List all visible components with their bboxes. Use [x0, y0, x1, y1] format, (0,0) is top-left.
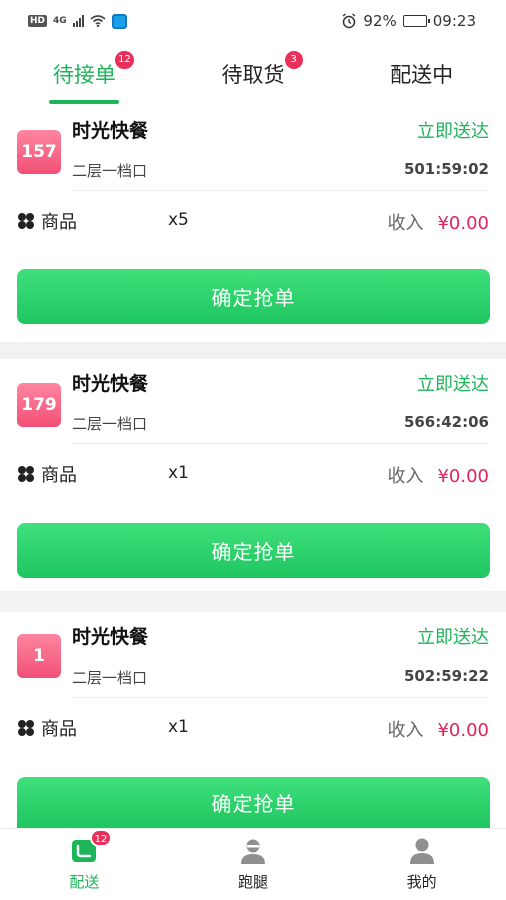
goods-info: 商品	[17, 208, 77, 234]
divider	[72, 697, 489, 698]
goods-quantity: x1	[168, 463, 189, 483]
clock: 09:23	[432, 12, 476, 30]
order-card: 179 时光快餐 立即送达 二层一档口 566:42:06 商品 x1 收入 ¥0…	[0, 359, 506, 591]
tab-pending[interactable]: 待接单 12	[0, 42, 169, 106]
tab-badge: 3	[284, 51, 303, 69]
income-info: 收入 ¥0.00	[387, 209, 489, 235]
grab-order-button[interactable]: 确定抢单	[17, 269, 490, 324]
delivery-icon: 12	[70, 829, 113, 865]
nav-item-delivery[interactable]: 12 配送	[0, 829, 169, 900]
delivery-type: 立即送达	[417, 374, 489, 395]
nav-label: 配送	[69, 873, 100, 891]
goods-icon	[17, 465, 35, 483]
nav-item-errand[interactable]: 跑腿	[169, 829, 338, 900]
status-right: 92% 09:23	[341, 12, 476, 30]
status-left: HD 4G	[28, 13, 127, 29]
income-info: 收入 ¥0.00	[387, 716, 489, 742]
tab-label: 待接单	[52, 63, 116, 87]
courier-icon	[239, 837, 267, 865]
network-type: 4G	[53, 16, 67, 26]
tab-pickup[interactable]: 待取货 3	[169, 42, 338, 106]
order-tabs: 待接单 12 待取货 3 配送中	[0, 42, 506, 106]
tab-pending-inner: 待接单 12	[52, 51, 134, 89]
order-timer: 501:59:02	[403, 160, 489, 178]
grab-order-button[interactable]: 确定抢单	[17, 777, 490, 828]
nav-item-profile[interactable]: 我的	[337, 829, 506, 900]
app-notification-icon	[111, 13, 127, 29]
order-card: 157 时光快餐 立即送达 二层一档口 501:59:02 商品 x5 收入 ¥0…	[0, 106, 506, 342]
income-amount: ¥0.00	[437, 213, 489, 234]
goods-label: 商品	[41, 719, 77, 740]
goods-quantity: x1	[168, 717, 189, 737]
bottom-nav: 12 配送 跑腿 我的	[0, 828, 506, 900]
goods-icon	[17, 212, 35, 230]
delivery-type: 立即送达	[417, 627, 489, 648]
goods-info: 商品	[17, 715, 77, 741]
goods-label: 商品	[41, 212, 77, 233]
order-number: 157	[17, 130, 61, 174]
shop-name: 时光快餐	[72, 626, 149, 648]
active-tab-indicator	[49, 100, 120, 104]
nav-badge: 12	[89, 829, 113, 847]
signal-icon	[72, 15, 84, 27]
income-info: 收入 ¥0.00	[387, 462, 489, 488]
profile-icon	[408, 837, 436, 865]
hd-icon: HD	[28, 15, 48, 27]
alarm-icon	[342, 13, 356, 29]
goods-info: 商品	[17, 461, 77, 487]
income-amount: ¥0.00	[437, 720, 489, 741]
tab-delivering[interactable]: 配送中	[337, 42, 506, 106]
income-label: 收入	[387, 213, 424, 234]
income-label: 收入	[387, 466, 424, 487]
grab-order-button[interactable]: 确定抢单	[17, 523, 490, 578]
status-bar: HD 4G 92% 09:23	[0, 0, 506, 42]
shop-name: 时光快餐	[72, 373, 149, 395]
order-timer: 502:59:22	[403, 667, 489, 685]
tab-pickup-inner: 待取货 3	[221, 51, 303, 89]
divider	[72, 443, 489, 444]
nav-label: 我的	[406, 873, 437, 891]
shop-address: 二层一档口	[72, 415, 148, 433]
battery-percent: 92%	[363, 12, 397, 30]
order-number: 179	[17, 383, 61, 427]
tab-label: 待取货	[221, 63, 285, 87]
order-card: 1 时光快餐 立即送达 二层一档口 502:59:22 商品 x1 收入 ¥0.0…	[0, 612, 506, 828]
shop-address: 二层一档口	[72, 162, 148, 180]
divider	[72, 190, 489, 191]
battery-icon	[402, 15, 430, 27]
delivery-type: 立即送达	[417, 121, 489, 142]
tab-badge: 12	[115, 51, 134, 69]
goods-label: 商品	[41, 465, 77, 486]
income-amount: ¥0.00	[437, 466, 489, 487]
tab-delivering-inner: 配送中	[390, 59, 453, 89]
goods-quantity: x5	[168, 210, 189, 230]
shop-address: 二层一档口	[72, 669, 148, 687]
goods-icon	[17, 719, 35, 737]
tab-label: 配送中	[390, 63, 454, 87]
income-label: 收入	[387, 720, 424, 741]
order-number: 1	[17, 634, 61, 678]
wifi-icon	[90, 15, 106, 27]
order-timer: 566:42:06	[403, 413, 489, 431]
shop-name: 时光快餐	[72, 120, 149, 142]
nav-label: 跑腿	[238, 873, 269, 891]
